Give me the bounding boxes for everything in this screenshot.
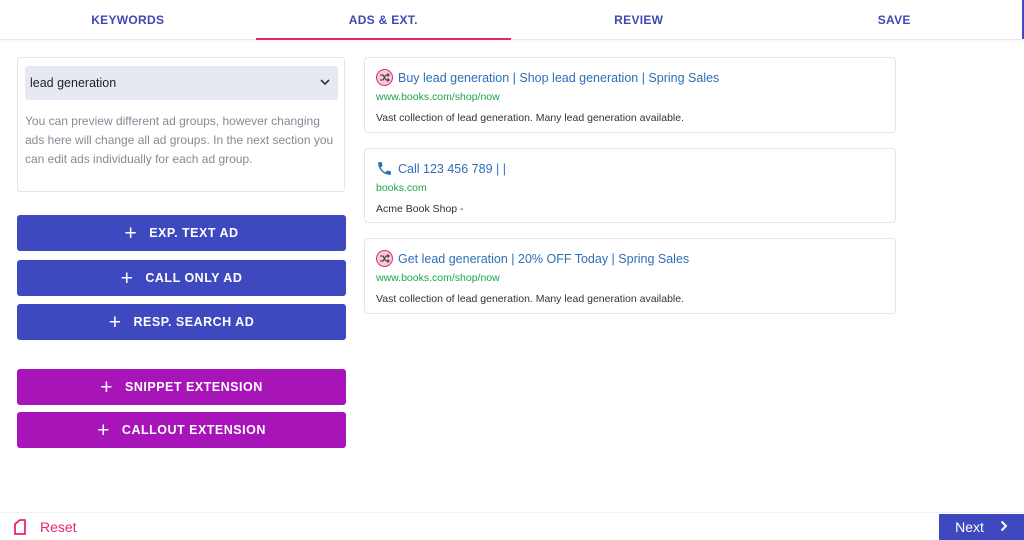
tab-review[interactable]: REVIEW: [511, 0, 767, 39]
next-label: Next: [955, 519, 984, 535]
add-snippet-extension-button[interactable]: + SNIPPET EXTENSION: [17, 369, 346, 405]
ad-preview-card[interactable]: Get lead generation | 20% OFF Today | Sp…: [364, 238, 896, 314]
ad-description: Acme Book Shop -: [376, 203, 464, 215]
add-snippet-extension-label: SNIPPET EXTENSION: [125, 380, 263, 394]
ad-group-note: You can preview different ad groups, how…: [25, 114, 334, 166]
plus-icon: +: [120, 266, 134, 290]
ad-headline: Call 123 456 789 | |: [376, 160, 506, 177]
plus-icon: +: [108, 310, 122, 334]
ad-group-select-value: lead generation: [30, 76, 117, 90]
add-call-only-ad-button[interactable]: + CALL ONLY AD: [17, 260, 346, 296]
add-exp-text-ad-label: EXP. TEXT AD: [149, 226, 239, 240]
chevron-right-icon: [1000, 520, 1008, 535]
tab-save[interactable]: SAVE: [767, 0, 1023, 39]
add-resp-search-ad-label: RESP. SEARCH AD: [133, 315, 255, 329]
step-tabs: KEYWORDS ADS & EXT. REVIEW SAVE: [0, 0, 1022, 40]
tab-ads-ext[interactable]: ADS & EXT.: [255, 0, 512, 40]
ad-headline-text: Get lead generation | 20% OFF Today | Sp…: [398, 251, 690, 266]
plus-icon: +: [100, 375, 114, 399]
ad-headline: Buy lead generation | Shop lead generati…: [376, 69, 719, 86]
ad-display-url: www.books.com/shop/now: [376, 91, 500, 103]
ad-description: Vast collection of lead generation. Many…: [376, 112, 685, 124]
ad-headline: Get lead generation | 20% OFF Today | Sp…: [376, 250, 689, 267]
ad-group-select[interactable]: lead generation: [25, 66, 338, 100]
ad-group-panel: lead generation You can preview differen…: [17, 57, 345, 192]
shuffle-icon: [376, 69, 393, 86]
plus-icon: +: [124, 221, 138, 245]
ad-display-url: www.books.com/shop/now: [376, 272, 500, 284]
chevron-down-icon: [320, 77, 330, 89]
ad-preview-card[interactable]: Call 123 456 789 | | books.com Acme Book…: [364, 148, 896, 223]
reset-button[interactable]: Reset: [12, 518, 77, 536]
add-callout-extension-label: CALLOUT EXTENSION: [121, 423, 266, 437]
reset-icon: [12, 518, 28, 536]
phone-icon: [376, 160, 393, 177]
add-resp-search-ad-button[interactable]: + RESP. SEARCH AD: [17, 304, 346, 340]
ad-preview-card[interactable]: Buy lead generation | Shop lead generati…: [364, 57, 896, 133]
ad-headline-text: Buy lead generation | Shop lead generati…: [398, 70, 720, 85]
ad-description: Vast collection of lead generation. Many…: [376, 293, 685, 305]
ad-headline-text: Call 123 456 789 | |: [398, 161, 506, 176]
plus-icon: +: [97, 418, 110, 442]
add-callout-extension-button[interactable]: + CALLOUT EXTENSION: [17, 412, 346, 448]
shuffle-icon: [376, 250, 393, 267]
ad-display-url: books.com: [376, 182, 427, 194]
footer-divider: [0, 512, 1024, 513]
next-button[interactable]: Next: [939, 514, 1024, 540]
tab-keywords[interactable]: KEYWORDS: [0, 0, 256, 39]
add-exp-text-ad-button[interactable]: + EXP. TEXT AD: [17, 215, 346, 251]
add-call-only-ad-label: CALL ONLY AD: [145, 271, 243, 285]
reset-label: Reset: [40, 519, 77, 535]
